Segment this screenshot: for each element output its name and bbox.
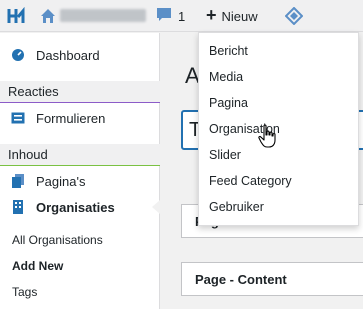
plus-icon: + bbox=[206, 5, 217, 25]
sidebar-item-label: Dashboard bbox=[36, 47, 100, 63]
menu-item-slider[interactable]: Slider bbox=[209, 148, 241, 162]
sidebar-item-organisaties[interactable]: Organisaties bbox=[0, 199, 160, 215]
panel-title: Page - Content bbox=[195, 271, 287, 287]
comment-bubble-icon bbox=[156, 7, 172, 25]
admin-bar: 1 + Nieuw bbox=[0, 0, 363, 32]
new-label: Nieuw bbox=[221, 8, 258, 24]
comments-count: 1 bbox=[178, 8, 186, 24]
site-name-blurred[interactable] bbox=[60, 9, 146, 22]
current-menu-arrow bbox=[152, 200, 160, 214]
sidebar-item-label: Formulieren bbox=[36, 110, 106, 126]
pages-icon bbox=[10, 173, 26, 189]
submenu-all-organisations[interactable]: All Organisations bbox=[12, 233, 103, 247]
sidebar-item-formulieren[interactable]: Formulieren bbox=[0, 110, 160, 126]
comments-link[interactable]: 1 bbox=[156, 0, 185, 32]
diamond-icon[interactable] bbox=[284, 0, 304, 32]
menu-item-feed-category[interactable]: Feed Category bbox=[209, 174, 292, 188]
menu-item-gebruiker[interactable]: Gebruiker bbox=[209, 200, 264, 214]
menu-item-bericht[interactable]: Bericht bbox=[209, 44, 248, 58]
building-icon bbox=[10, 199, 26, 215]
site-logo-icon[interactable] bbox=[4, 0, 32, 32]
dashboard-icon bbox=[10, 47, 26, 63]
sidebar-item-paginas[interactable]: Pagina's bbox=[0, 173, 160, 189]
form-icon bbox=[10, 110, 26, 126]
new-content-menu[interactable]: + Nieuw bbox=[206, 0, 258, 32]
sidebar-item-label: Organisaties bbox=[36, 199, 115, 215]
submenu-add-new[interactable]: Add New bbox=[12, 259, 63, 273]
sidebar-item-dashboard[interactable]: Dashboard bbox=[0, 47, 160, 63]
section-heading-inhoud: Inhoud bbox=[0, 144, 160, 166]
submenu-tags[interactable]: Tags bbox=[12, 285, 37, 299]
content-panel[interactable]: Page - Content bbox=[181, 262, 363, 296]
new-content-dropdown: Bericht Media Pagina Organisation Slider… bbox=[198, 32, 359, 226]
home-icon[interactable] bbox=[40, 0, 56, 32]
hand-cursor-icon bbox=[258, 124, 278, 148]
menu-item-pagina[interactable]: Pagina bbox=[209, 96, 248, 110]
sidebar-item-label: Pagina's bbox=[36, 173, 86, 189]
admin-sidebar: Dashboard Reacties Formulieren Inhoud Pa… bbox=[0, 33, 160, 309]
section-heading-reacties: Reacties bbox=[0, 81, 160, 103]
menu-item-media[interactable]: Media bbox=[209, 70, 243, 84]
